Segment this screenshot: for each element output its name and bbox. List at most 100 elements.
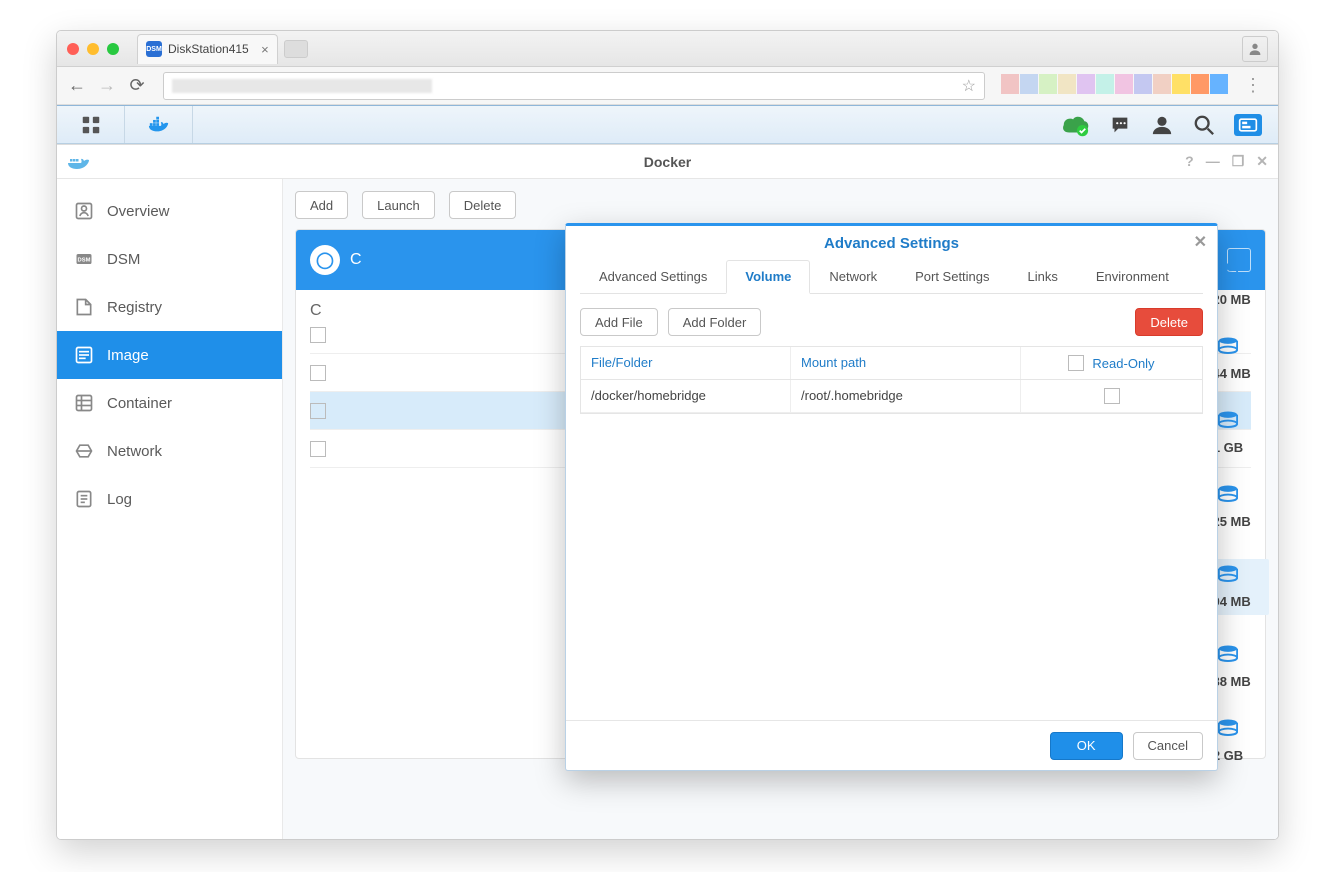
back-button[interactable]: ← xyxy=(67,75,87,96)
tab-close-icon[interactable]: × xyxy=(261,42,269,57)
taskbar-main-menu[interactable] xyxy=(57,106,125,143)
minimize-window-button[interactable] xyxy=(87,43,99,55)
add-file-button[interactable]: Add File xyxy=(580,308,658,336)
readonly-header-checkbox[interactable] xyxy=(1068,355,1084,371)
widgets-icon[interactable] xyxy=(1234,114,1262,136)
row-checkbox[interactable] xyxy=(310,403,326,419)
disk-icon xyxy=(1217,411,1239,436)
docker-sidebar: Overview DSM DSM Registry Image xyxy=(57,179,283,839)
window-minimize-icon[interactable]: — xyxy=(1206,153,1220,170)
docker-window-title: Docker xyxy=(57,154,1278,170)
cancel-button[interactable]: Cancel xyxy=(1133,732,1203,760)
modal-tabs: Advanced SettingsVolumeNetworkPort Setti… xyxy=(580,260,1203,294)
docker-titlebar: Docker ? — ❐ ✕ xyxy=(57,145,1278,179)
extension-icon[interactable] xyxy=(1172,74,1190,94)
extension-icon[interactable] xyxy=(1001,74,1019,94)
search-icon[interactable] xyxy=(1192,113,1216,137)
window-traffic-lights xyxy=(67,43,119,55)
browser-menu-button[interactable]: ⋮ xyxy=(1238,75,1268,96)
modal-tab-links[interactable]: Links xyxy=(1009,260,1077,293)
window-close-icon[interactable]: ✕ xyxy=(1256,153,1268,170)
add-button[interactable]: Add xyxy=(295,191,348,219)
disk-icon xyxy=(1217,565,1239,590)
browser-toolbar: ← → ⟳ ☆ ⋮ xyxy=(57,67,1278,105)
extension-icon[interactable] xyxy=(1020,74,1038,94)
modal-title-text: Advanced Settings xyxy=(824,235,959,252)
svg-text:DSM: DSM xyxy=(78,258,91,264)
volume-mount-cell: /root/.homebridge xyxy=(791,380,1021,412)
docker-main: Add Launch Delete ◯ C C xyxy=(283,179,1278,839)
col-file-folder[interactable]: File/Folder xyxy=(581,347,791,379)
log-icon xyxy=(73,488,95,510)
ok-button[interactable]: OK xyxy=(1050,732,1123,760)
volume-file-cell: /docker/homebridge xyxy=(581,380,791,412)
modal-tab-volume[interactable]: Volume xyxy=(726,260,810,294)
modal-tab-advanced-settings[interactable]: Advanced Settings xyxy=(580,260,726,293)
volume-table-header: File/Folder Mount path Read-Only xyxy=(581,347,1202,380)
extension-icon[interactable] xyxy=(1115,74,1133,94)
container-icon xyxy=(73,392,95,414)
modal-tab-network[interactable]: Network xyxy=(810,260,896,293)
reload-button[interactable]: ⟳ xyxy=(127,75,147,96)
disk-icon xyxy=(1217,263,1239,288)
cloud-status-icon[interactable] xyxy=(1060,113,1090,137)
disk-icon xyxy=(1217,485,1239,510)
browser-window: DSM DiskStation415 × ← → ⟳ ☆ xyxy=(56,30,1279,840)
launch-button[interactable]: Launch xyxy=(362,191,435,219)
row-checkbox[interactable] xyxy=(310,327,326,343)
advanced-settings-modal: Advanced Settings ✕ Advanced SettingsVol… xyxy=(565,223,1218,771)
close-window-button[interactable] xyxy=(67,43,79,55)
volume-row[interactable]: /docker/homebridge/root/.homebridge xyxy=(581,380,1202,413)
extension-icon[interactable] xyxy=(1096,74,1114,94)
sidebar-item-log[interactable]: Log xyxy=(57,475,282,523)
sidebar-item-label: DSM xyxy=(107,251,140,268)
row-checkbox[interactable] xyxy=(310,441,326,457)
extension-icons xyxy=(1001,74,1228,98)
row-checkbox[interactable] xyxy=(310,365,326,381)
extension-icon[interactable] xyxy=(1058,74,1076,94)
sidebar-item-container[interactable]: Container xyxy=(57,379,282,427)
modal-close-icon[interactable]: ✕ xyxy=(1194,232,1207,252)
extension-icon[interactable] xyxy=(1153,74,1171,94)
new-tab-button[interactable] xyxy=(284,40,308,58)
sidebar-item-label: Registry xyxy=(107,299,162,316)
extension-icon[interactable] xyxy=(1134,74,1152,94)
forward-button[interactable]: → xyxy=(97,75,117,96)
dsm-icon: DSM xyxy=(73,248,95,270)
extension-icon[interactable] xyxy=(1210,74,1228,94)
bookmark-star-icon[interactable]: ☆ xyxy=(962,76,976,96)
modal-body: Add File Add Folder Delete File/Folder M… xyxy=(566,294,1217,720)
volume-table: File/Folder Mount path Read-Only /docker… xyxy=(580,346,1203,414)
modal-tab-port-settings[interactable]: Port Settings xyxy=(896,260,1008,293)
tab-title: DiskStation415 xyxy=(168,42,249,56)
window-help-icon[interactable]: ? xyxy=(1185,153,1194,170)
sidebar-item-image[interactable]: Image xyxy=(57,331,282,379)
extension-icon[interactable] xyxy=(1191,74,1209,94)
window-maximize-icon[interactable]: ❐ xyxy=(1232,153,1245,170)
sidebar-item-label: Overview xyxy=(107,203,170,220)
sidebar-item-dsm[interactable]: DSM DSM xyxy=(57,235,282,283)
sidebar-item-overview[interactable]: Overview xyxy=(57,187,282,235)
readonly-header-label: Read-Only xyxy=(1092,356,1154,371)
sidebar-item-registry[interactable]: Registry xyxy=(57,283,282,331)
add-folder-button[interactable]: Add Folder xyxy=(668,308,762,336)
col-read-only[interactable]: Read-Only xyxy=(1021,347,1202,379)
volume-readonly-checkbox[interactable] xyxy=(1104,388,1120,404)
delete-volume-button[interactable]: Delete xyxy=(1135,308,1203,336)
extension-icon[interactable] xyxy=(1077,74,1095,94)
delete-button[interactable]: Delete xyxy=(449,191,517,219)
sidebar-item-network[interactable]: Network xyxy=(57,427,282,475)
maximize-window-button[interactable] xyxy=(107,43,119,55)
address-bar[interactable]: ☆ xyxy=(163,72,985,100)
modal-footer: OK Cancel xyxy=(566,720,1217,770)
chat-icon[interactable] xyxy=(1108,113,1132,137)
col-mount-path[interactable]: Mount path xyxy=(791,347,1021,379)
extension-icon[interactable] xyxy=(1039,74,1057,94)
modal-tab-environment[interactable]: Environment xyxy=(1077,260,1188,293)
sidebar-item-label: Log xyxy=(107,491,132,508)
taskbar-docker-app[interactable] xyxy=(125,106,193,143)
browser-profile-button[interactable] xyxy=(1242,36,1268,62)
browser-tab[interactable]: DSM DiskStation415 × xyxy=(137,34,278,64)
disk-icon xyxy=(1217,645,1239,670)
user-icon[interactable] xyxy=(1150,113,1174,137)
